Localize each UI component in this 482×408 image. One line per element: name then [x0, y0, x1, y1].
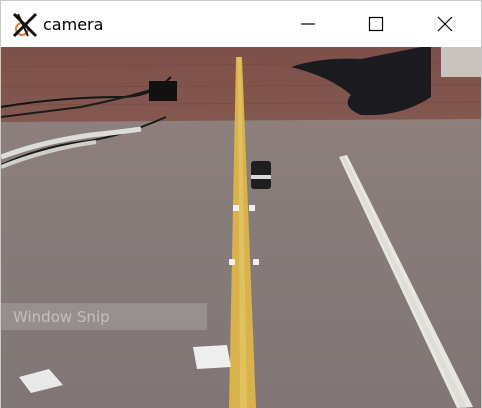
- minimize-button[interactable]: [285, 1, 331, 47]
- maximize-button[interactable]: [353, 1, 399, 47]
- close-button[interactable]: [422, 1, 468, 47]
- title-bar[interactable]: camera: [1, 1, 481, 47]
- window-snip-watermark: Window Snip: [1, 303, 207, 330]
- camera-feed: Window Snip: [1, 47, 481, 408]
- camera-window: camera Window Snip: [0, 0, 482, 408]
- maximize-icon: [368, 16, 384, 32]
- camera-scene-image: [1, 47, 481, 408]
- close-icon: [437, 16, 453, 32]
- window-title: camera: [43, 15, 104, 34]
- minimize-icon: [300, 16, 316, 32]
- watermark-text: Window Snip: [13, 308, 110, 326]
- app-x-icon: [12, 12, 38, 38]
